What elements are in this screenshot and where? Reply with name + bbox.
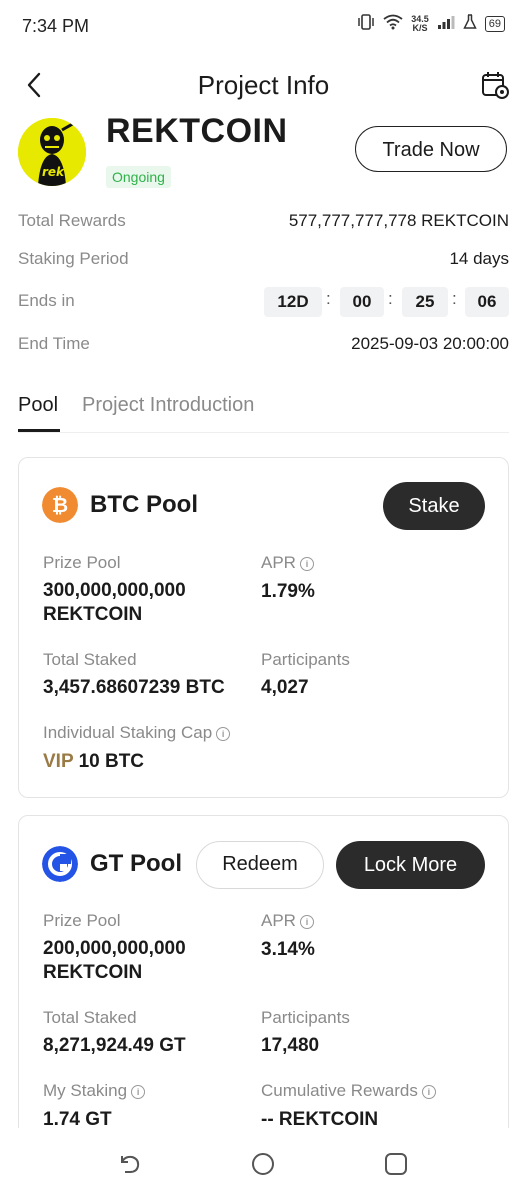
my-staking-label: My Staking i [43,1081,146,1101]
circle-home-icon [252,1153,274,1175]
vip-tag: VIP [43,751,74,772]
countdown-hours: 00 [340,287,384,317]
apr-label: APR i [261,553,314,573]
participants-label: Participants [261,1008,350,1027]
logo-text: rekt [42,165,71,179]
net-speed: 34.5 K/S [411,14,429,33]
my-staking-label-text: My Staking [43,1081,128,1100]
info-icon[interactable]: i [131,1085,146,1099]
tab-pool[interactable]: Pool [18,394,58,417]
page-title: Project Info [197,70,330,100]
status-badge: Ongoing [106,166,171,188]
recents-nav-button[interactable] [384,1152,408,1181]
tab-project-introduction[interactable]: Project Introduction [82,394,254,417]
total-staked-value: 8,271,924.49 GT [43,1035,186,1056]
svg-text:₿: ₿ [52,493,68,517]
signal-icon [437,14,455,33]
pool-title: GT Pool [90,850,182,877]
system-nav-bar [0,1128,527,1200]
staking-cap-value: VIP 10 BTC [43,750,144,774]
apr-value: 3.14% [261,939,315,960]
gatetoken-icon [42,846,78,887]
back-nav-button[interactable] [117,1152,143,1181]
vibrate-icon [357,14,375,33]
total-rewards-value: 577,777,777,778 REKTCOIN [288,211,509,230]
home-nav-button[interactable] [251,1152,275,1181]
cumulative-rewards-label-text: Cumulative Rewards [261,1081,418,1100]
net-speed-unit: K/S [412,22,428,33]
status-time: 7:34 PM [22,16,90,36]
btc-pool-card: ₿ BTC Pool Stake Prize Pool 300,000,000,… [18,457,509,798]
end-time-label: End Time [18,334,90,353]
tab-divider [18,432,509,433]
tab-active-indicator [18,429,60,432]
countdown-minutes: 25 [402,287,448,317]
status-icons: 34.5 K/S 69 [357,14,505,33]
prize-pool-amount: 300,000,000,000 [43,580,186,601]
info-icon[interactable]: i [299,915,314,929]
staking-cap-amount: 10 BTC [78,751,145,772]
apr-label: APR i [261,911,314,931]
prize-pool-value: 300,000,000,000 REKTCOIN [43,579,186,627]
project-name: REKTCOIN [106,112,288,150]
apr-label-text: APR [261,553,296,572]
project-logo: rekt [18,118,86,186]
pool-title: BTC Pool [90,491,198,518]
countdown-sep: : [388,289,393,308]
trade-now-button[interactable]: Trade Now [355,126,507,172]
lock-more-button[interactable]: Lock More [336,841,485,889]
prize-pool-value: 200,000,000,000 REKTCOIN [43,937,186,985]
staking-period-label: Staking Period [18,249,129,268]
staking-cap-label-text: Individual Staking Cap [43,723,213,742]
countdown-sep: : [452,289,457,308]
wifi-icon [383,14,403,33]
countdown-seconds: 06 [465,287,509,317]
participants-label: Participants [261,650,350,669]
apr-label-text: APR [261,911,296,930]
battery-icon: 69 [484,15,505,32]
total-staked-label: Total Staked [43,1008,137,1027]
prize-pool-unit: REKTCOIN [43,604,143,625]
calendar-settings-button[interactable] [480,70,510,100]
info-icon[interactable]: i [216,727,231,741]
stake-button[interactable]: Stake [383,482,485,530]
prize-pool-unit: REKTCOIN [43,962,143,983]
info-icon[interactable]: i [421,1085,436,1099]
participants-value: 17,480 [261,1035,320,1056]
undo-arrow-icon [121,1155,140,1173]
prize-pool-label: Prize Pool [43,911,121,930]
square-recents-icon [385,1153,407,1175]
calendar-gear-icon [482,72,509,99]
prize-pool-label: Prize Pool [43,553,121,572]
total-staked-value: 3,457.68607239 BTC [43,677,225,698]
ends-in-label: Ends in [18,291,75,310]
staking-period-value: 14 days [449,249,509,268]
end-time-value: 2025-09-03 20:00:00 [351,334,509,353]
info-icon[interactable]: i [299,557,314,571]
total-staked-label: Total Staked [43,650,137,669]
participants-value: 4,027 [261,677,309,698]
apr-value: 1.79% [261,581,315,602]
bitcoin-icon: ₿ [42,487,78,528]
cumulative-rewards-label: Cumulative Rewards i [261,1081,436,1101]
countdown-days: 12D [264,287,322,317]
redeem-button[interactable]: Redeem [196,841,324,889]
countdown-sep: : [326,289,331,308]
total-rewards-label: Total Rewards [18,211,126,230]
prize-pool-amount: 200,000,000,000 [43,938,186,959]
staking-cap-label: Individual Staking Cap i [43,723,231,743]
flask-icon [463,14,477,33]
gt-pool-card: GT Pool Redeem Lock More Prize Pool 200,… [18,815,509,1175]
